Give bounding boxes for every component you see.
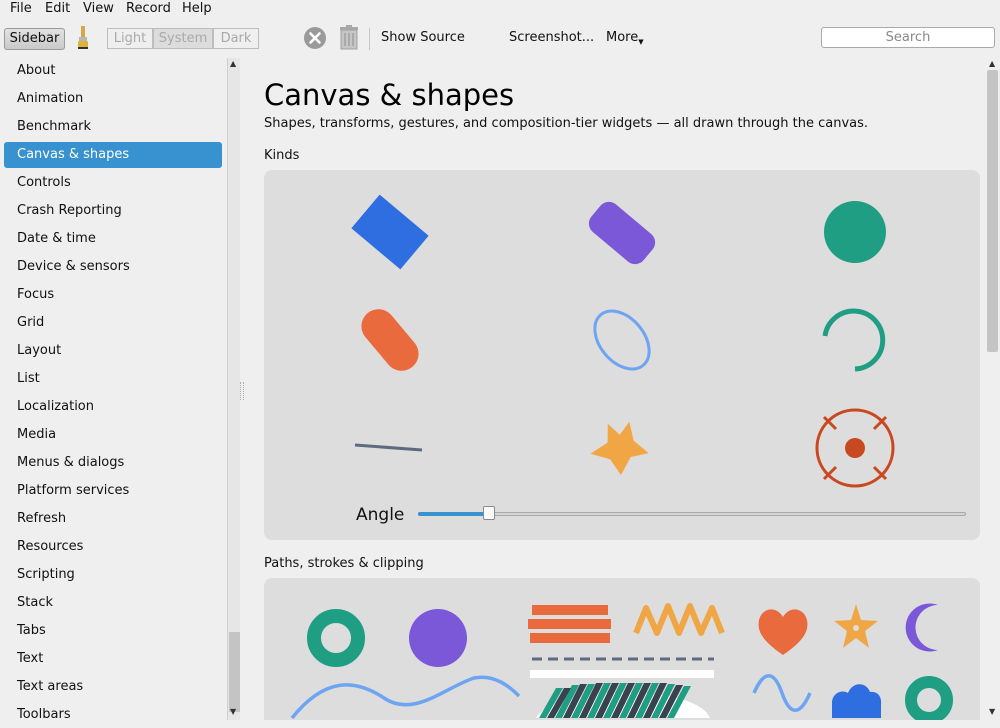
paths-canvas[interactable] [264, 578, 980, 720]
sidebar-item-tabs[interactable]: Tabs [4, 618, 222, 644]
sidebar-toggle-button[interactable]: Sidebar [4, 28, 65, 50]
brush-icon[interactable] [74, 24, 92, 52]
kinds-panel: Angle [264, 170, 980, 540]
sidebar-item-toolbars[interactable]: Toolbars [4, 702, 222, 728]
chevron-down-icon: ▼ [638, 38, 644, 46]
scroll-down-icon[interactable]: ▼ [230, 708, 236, 716]
ring-shape [307, 609, 365, 667]
slider-knob[interactable] [483, 506, 495, 520]
sidebar-item-animation[interactable]: Animation [4, 86, 222, 112]
more-button[interactable]: More▼ [606, 28, 644, 52]
cloud-shape [832, 684, 882, 718]
menu-help[interactable]: Help [182, 0, 212, 17]
main-content: Canvas & shapes Shapes, transforms, gest… [244, 58, 985, 720]
sidebar-item-layout[interactable]: Layout [4, 338, 222, 364]
filled-circle-shape [409, 609, 467, 667]
sidebar-item-menus-dialogs[interactable]: Menus & dialogs [4, 450, 222, 476]
main-scrollbar[interactable]: ▲ ▼ [985, 58, 1000, 720]
section-title-kinds: Kinds [264, 148, 300, 163]
heart-shape [758, 609, 808, 655]
sidebar-item-crash-reporting[interactable]: Crash Reporting [4, 198, 222, 224]
toolbar-divider [369, 28, 370, 50]
angle-label: Angle [356, 505, 405, 525]
crescent-shape [905, 603, 938, 652]
rounded-rectangle-shape [588, 201, 656, 265]
show-source-button[interactable]: Show Source [381, 28, 465, 48]
sidebar-scrollbar[interactable]: ▲ ▼ [227, 58, 240, 720]
sidebar-item-about[interactable]: About [4, 58, 222, 84]
capsule-shape [361, 309, 419, 371]
toolbar: Sidebar Light System Dark Show Source Sc… [0, 18, 1000, 58]
sidebar-item-date-time[interactable]: Date & time [4, 226, 222, 252]
paths-panel [264, 578, 980, 720]
sidebar-item-platform-services[interactable]: Platform services [4, 478, 222, 504]
star-shape [590, 421, 649, 475]
sidebar-item-text[interactable]: Text [4, 646, 222, 672]
circle-shape [824, 201, 886, 263]
kinds-canvas[interactable] [264, 170, 980, 540]
stripe-bar-3 [530, 633, 610, 643]
search-input[interactable] [821, 27, 995, 48]
sidebar-item-localization[interactable]: Localization [4, 394, 222, 420]
wave-path [290, 675, 521, 720]
sidebar-item-grid[interactable]: Grid [4, 310, 222, 336]
sidebar-item-refresh[interactable]: Refresh [4, 506, 222, 532]
menu-record[interactable]: Record [126, 0, 171, 17]
theme-dark-segment[interactable]: Dark [213, 28, 259, 49]
angle-slider[interactable] [418, 506, 966, 520]
page-title: Canvas & shapes [264, 78, 515, 112]
sidebar-item-media[interactable]: Media [4, 422, 222, 448]
sidebar-item-list[interactable]: List [4, 366, 222, 392]
sidebar-scroll-thumb[interactable] [229, 632, 240, 712]
menu-edit[interactable]: Edit [45, 0, 70, 17]
main-scroll-thumb[interactable] [987, 70, 998, 352]
star-center-dot [853, 625, 859, 631]
ellipse-shape [593, 309, 651, 371]
trash-icon[interactable] [338, 25, 360, 51]
scroll-down-icon[interactable]: ▼ [989, 708, 995, 716]
sidebar-item-scripting[interactable]: Scripting [4, 562, 222, 588]
section-title-paths: Paths, strokes & clipping [264, 556, 424, 571]
slider-fill [418, 512, 489, 516]
sidebar-item-text-areas[interactable]: Text areas [4, 674, 222, 700]
scroll-up-icon[interactable]: ▲ [989, 60, 995, 68]
sidebar-item-stack[interactable]: Stack [4, 590, 222, 616]
slider-track[interactable] [418, 512, 966, 516]
screenshot-button[interactable]: Screenshot... [509, 28, 594, 48]
ring-shape-2 [905, 676, 953, 720]
theme-system-segment[interactable]: System [153, 28, 213, 49]
stripe-bar-1 [532, 605, 608, 615]
white-bar [530, 670, 714, 678]
menu-view[interactable]: View [83, 0, 114, 17]
theme-light-segment[interactable]: Light [107, 28, 153, 49]
page-description: Shapes, transforms, gestures, and compos… [264, 116, 869, 131]
sine-wave-path [752, 674, 812, 712]
stripe-bar-2 [528, 619, 611, 629]
zigzag-path [633, 603, 725, 636]
rectangle-shape [351, 194, 429, 270]
more-label: More [606, 30, 639, 45]
menu-bar: File Edit View Record Help [0, 0, 1000, 18]
sidebar-item-focus[interactable]: Focus [4, 282, 222, 308]
arc-shape [822, 308, 886, 372]
sidebar-item-benchmark[interactable]: Benchmark [4, 114, 222, 140]
scroll-up-icon[interactable]: ▲ [230, 60, 236, 68]
sidebar-item-device-sensors[interactable]: Device & sensors [4, 254, 222, 280]
line-shape [354, 443, 423, 452]
clipped-stripes-shape [536, 683, 710, 718]
sidebar-item-controls[interactable]: Controls [4, 170, 222, 196]
menu-file[interactable]: File [10, 0, 32, 17]
target-shape [815, 408, 895, 488]
sidebar-item-canvas-shapes[interactable]: Canvas & shapes [4, 142, 222, 168]
sidebar: About Animation Benchmark Canvas & shape… [0, 58, 227, 722]
stop-icon[interactable] [303, 26, 327, 50]
sidebar-item-resources[interactable]: Resources [4, 534, 222, 560]
